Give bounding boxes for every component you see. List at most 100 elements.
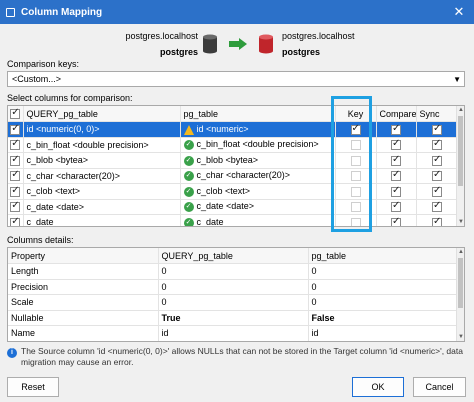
sync-cell[interactable] xyxy=(416,214,459,226)
source-column-cell[interactable]: c_clob <text> xyxy=(23,183,181,200)
compare-cell[interactable] xyxy=(376,183,417,200)
scrollbar-thumb[interactable] xyxy=(458,258,463,308)
column-row[interactable]: id <numeric(0, 0)> id <numeric> xyxy=(8,121,459,138)
target-property-value: 0 xyxy=(308,263,459,280)
compare-cell[interactable] xyxy=(376,152,417,169)
target-property-value: id xyxy=(308,325,459,341)
sync-checkbox[interactable] xyxy=(432,185,442,197)
compare-checkbox[interactable] xyxy=(391,138,401,151)
target-column-cell[interactable]: ✓ c_blob <bytea> xyxy=(180,152,336,169)
source-column-name: c_date_ xyxy=(26,217,59,227)
row-include-checkbox[interactable] xyxy=(10,169,21,182)
select-all-checkbox[interactable] xyxy=(10,107,21,119)
sync-checkbox[interactable] xyxy=(432,169,442,182)
target-column-cell[interactable]: ✓ c_date <date> xyxy=(180,199,336,215)
sync-cell[interactable] xyxy=(416,168,459,184)
target-column-name: c_bin_float <double precision> xyxy=(196,139,319,150)
sync-checkbox[interactable] xyxy=(432,138,442,151)
row-include-cell[interactable] xyxy=(8,183,24,200)
cancel-button[interactable]: Cancel xyxy=(413,377,466,397)
header-compare[interactable]: Compare xyxy=(376,106,417,122)
row-include-checkbox[interactable] xyxy=(10,200,21,213)
close-button[interactable]: ✕ xyxy=(444,0,474,24)
columns-grid: QUERY_pg_table pg_table Key Compare Sync… xyxy=(7,105,465,227)
source-column-cell[interactable]: c_blob <bytea> xyxy=(23,152,181,169)
compare-checkbox[interactable] xyxy=(391,123,401,135)
sync-cell[interactable] xyxy=(416,152,459,169)
column-row[interactable]: c_char <character(20)>✓c_char <character… xyxy=(8,168,459,184)
compare-cell[interactable] xyxy=(376,137,417,153)
chevron-down-icon[interactable]: ▼ xyxy=(453,75,461,84)
details-row: Scale 0 0 xyxy=(8,294,459,311)
property-name: Scale xyxy=(8,294,159,311)
row-include-checkbox[interactable] xyxy=(10,138,21,151)
sync-checkbox[interactable] xyxy=(432,216,442,226)
row-include-cell[interactable] xyxy=(8,152,24,169)
details-scrollbar[interactable]: ▲ ▼ xyxy=(456,248,464,341)
scrollbar-thumb[interactable] xyxy=(458,116,463,186)
compare-checkbox[interactable] xyxy=(391,200,401,213)
header-sync[interactable]: Sync xyxy=(416,106,459,122)
property-name: Name xyxy=(8,325,159,341)
scroll-down-icon[interactable]: ▼ xyxy=(458,219,464,225)
target-database: postgres xyxy=(282,47,321,57)
check-circle-icon: ✓ xyxy=(183,217,194,226)
row-include-cell[interactable] xyxy=(8,199,24,215)
header-target[interactable]: pg_table xyxy=(180,106,336,122)
target-column-name: c_clob <text> xyxy=(196,185,251,196)
row-include-cell[interactable] xyxy=(8,137,24,153)
window-icon xyxy=(6,7,15,17)
compare-cell[interactable] xyxy=(376,168,417,184)
sync-cell[interactable] xyxy=(416,137,459,153)
target-property-value: 0 xyxy=(308,279,459,295)
sync-cell[interactable] xyxy=(416,183,459,200)
target-property-value: 0 xyxy=(308,294,459,311)
ok-button[interactable]: OK xyxy=(352,377,404,397)
column-row[interactable]: c_date_ ✓c_date_ xyxy=(8,214,459,227)
source-column-cell[interactable]: id <numeric(0, 0)> xyxy=(23,121,181,138)
compare-checkbox[interactable] xyxy=(391,169,401,182)
source-column-cell[interactable]: c_char <character(20)> xyxy=(23,168,181,184)
target-column-cell[interactable]: ✓ c_bin_float <double precision> xyxy=(180,137,336,153)
compare-cell[interactable] xyxy=(376,121,417,138)
compare-checkbox[interactable] xyxy=(391,154,401,166)
sync-checkbox[interactable] xyxy=(432,200,442,213)
comparison-keys-select[interactable]: <Custom...> ▼ xyxy=(7,71,465,87)
row-include-checkbox[interactable] xyxy=(10,185,21,197)
column-row[interactable]: c_date <date>✓c_date <date> xyxy=(8,199,459,215)
column-row[interactable]: c_blob <bytea>✓c_blob <bytea> xyxy=(8,152,459,169)
columns-scrollbar[interactable]: ▲ ▼ xyxy=(456,106,464,226)
header-select-all[interactable] xyxy=(8,106,24,122)
source-column-cell[interactable]: c_date <date> xyxy=(23,199,181,215)
columns-label: Select columns for comparison: xyxy=(7,93,133,103)
compare-cell[interactable] xyxy=(376,199,417,215)
row-include-cell[interactable] xyxy=(8,121,24,138)
target-column-cell[interactable]: ✓ c_date_ xyxy=(180,214,336,226)
column-row[interactable]: c_bin_float <double precision>✓c_bin_flo… xyxy=(8,137,459,153)
row-include-checkbox[interactable] xyxy=(10,123,21,135)
target-column-cell[interactable]: ✓ c_clob <text> xyxy=(180,183,336,200)
compare-checkbox[interactable] xyxy=(391,216,401,226)
target-column-cell[interactable]: id <numeric> xyxy=(180,121,336,138)
source-column-cell[interactable]: c_date_ xyxy=(23,214,181,227)
column-row[interactable]: c_clob <text>✓c_clob <text> xyxy=(8,183,459,200)
scroll-down-icon[interactable]: ▼ xyxy=(458,334,464,340)
sync-checkbox[interactable] xyxy=(432,123,442,135)
scroll-up-icon[interactable]: ▲ xyxy=(458,249,464,255)
target-column-name: id <numeric> xyxy=(196,123,249,134)
row-include-checkbox[interactable] xyxy=(10,216,21,226)
source-column-cell[interactable]: c_bin_float <double precision> xyxy=(23,137,181,153)
sync-cell[interactable] xyxy=(416,199,459,215)
reset-button[interactable]: Reset xyxy=(7,377,59,397)
scroll-up-icon[interactable]: ▲ xyxy=(458,107,464,113)
row-include-cell[interactable] xyxy=(8,168,24,184)
row-include-checkbox[interactable] xyxy=(10,154,21,166)
row-include-cell[interactable] xyxy=(8,214,24,226)
sync-cell[interactable] xyxy=(416,121,459,138)
target-column-cell[interactable]: ✓ c_char <character(20)> xyxy=(180,168,336,184)
sync-checkbox[interactable] xyxy=(432,154,442,166)
key-column-highlight xyxy=(331,96,372,232)
compare-cell[interactable] xyxy=(376,214,417,226)
header-query[interactable]: QUERY_pg_table xyxy=(23,106,181,122)
compare-checkbox[interactable] xyxy=(391,185,401,197)
